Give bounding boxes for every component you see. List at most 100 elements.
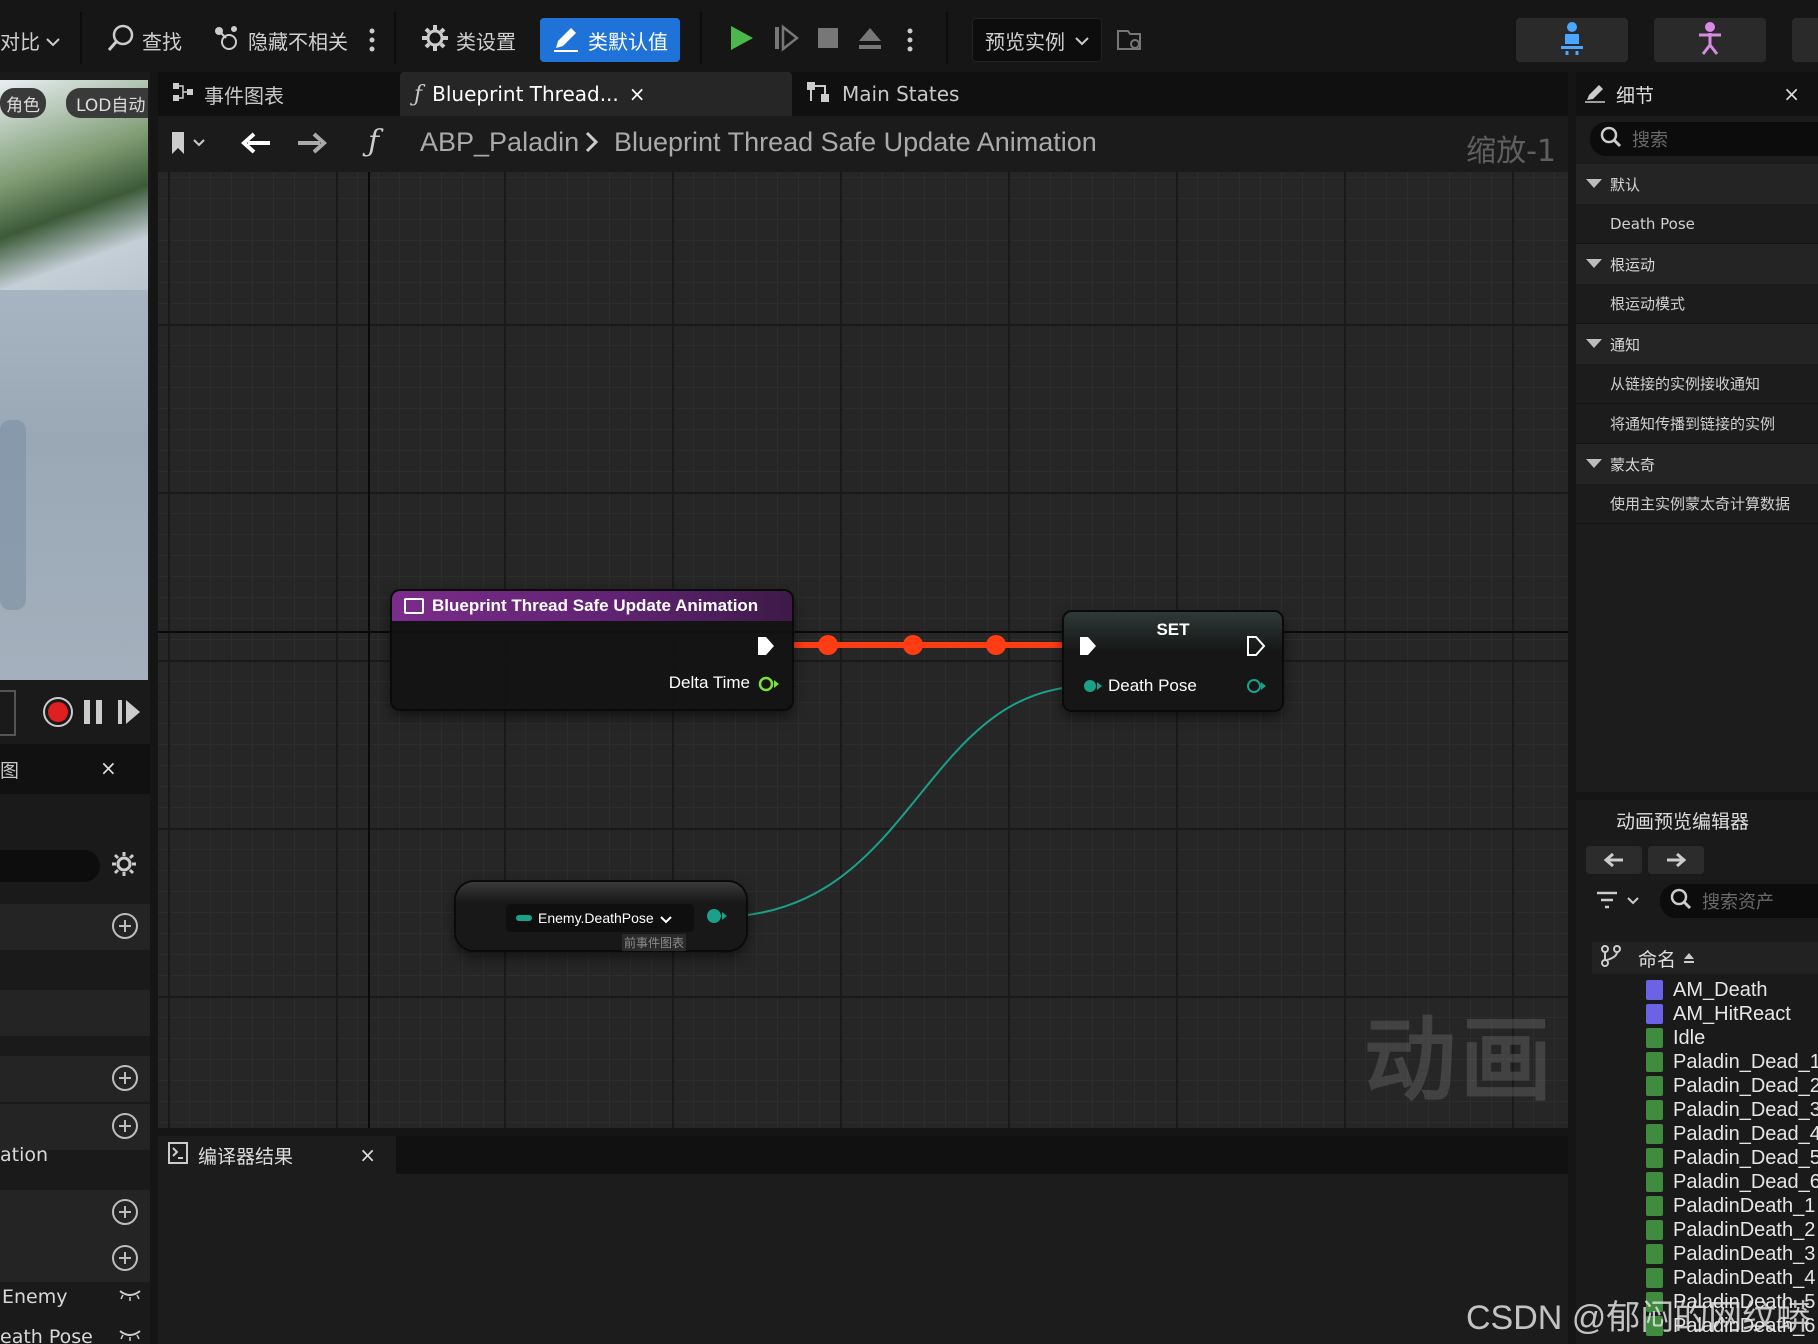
role-chip[interactable]: 角色 <box>0 88 46 118</box>
property-propagate-notifies[interactable]: 将通知传播到链接的实例 <box>1576 404 1818 444</box>
asset-list-item[interactable]: AM_HitReact <box>1646 1002 1791 1026</box>
pose-out-pin[interactable] <box>706 908 728 928</box>
history-forward-button[interactable] <box>1648 846 1704 874</box>
skeleton-mode-button[interactable] <box>1516 18 1628 62</box>
settings-gear-icon[interactable] <box>110 850 138 882</box>
forward-button[interactable] <box>296 130 328 160</box>
death-pose-out-pin[interactable] <box>1246 678 1268 698</box>
delta-time-pin[interactable] <box>758 675 780 697</box>
play-button[interactable] <box>720 18 764 62</box>
section-row[interactable] <box>0 990 150 1036</box>
asset-list-item[interactable]: AM_Death <box>1646 978 1768 1002</box>
function-item[interactable]: ation <box>0 1144 48 1166</box>
find-button[interactable]: 查找 <box>106 20 182 60</box>
asset-list-item[interactable]: Paladin_Dead_1 <box>1646 1050 1818 1074</box>
property-use-main-instance-montage[interactable]: 使用主实例蒙太奇计算数据 <box>1576 484 1818 524</box>
close-icon[interactable]: × <box>1783 82 1800 106</box>
asset-list-item[interactable]: Idle <box>1646 1026 1705 1050</box>
blueprint-mode-button[interactable] <box>1792 18 1818 62</box>
tab-compiler-results[interactable]: 编译器结果 × <box>158 1136 396 1174</box>
tab-event-graph[interactable]: 事件图表 <box>158 72 298 116</box>
pause-button[interactable] <box>82 698 104 730</box>
bookmark-dropdown[interactable] <box>168 130 208 160</box>
compare-dropdown[interactable]: 对比 <box>0 20 60 60</box>
add-icon[interactable] <box>112 913 138 939</box>
asset-name: PaladinDeath_1 <box>1673 1194 1816 1217</box>
variable-item-death-pose[interactable]: eath Pose <box>0 1326 93 1344</box>
chevron-down-icon <box>46 28 60 52</box>
asset-list-item[interactable]: Paladin_Dead_6 <box>1646 1170 1818 1194</box>
eject-button[interactable] <box>850 18 890 62</box>
functions-section[interactable] <box>0 1056 150 1102</box>
category-default[interactable]: 默认 <box>1576 164 1818 204</box>
variables-section[interactable] <box>0 1190 150 1236</box>
death-pose-in-pin[interactable] <box>1082 678 1104 698</box>
close-icon[interactable]: × <box>359 1143 376 1167</box>
lod-chip[interactable]: LOD自动 <box>66 88 148 118</box>
property-path-dropdown[interactable]: Enemy.DeathPose <box>506 904 694 932</box>
exec-out-pin[interactable] <box>1246 635 1268 661</box>
exec-in-pin[interactable] <box>1078 635 1100 661</box>
back-button[interactable] <box>240 130 272 160</box>
add-icon[interactable] <box>112 1065 138 1091</box>
property-access-node[interactable]: Enemy.DeathPose 前事件图表 <box>456 882 746 951</box>
close-icon[interactable]: × <box>100 756 117 780</box>
asset-list-item[interactable]: Paladin_Dead_5 <box>1646 1146 1818 1170</box>
eye-closed-icon[interactable] <box>118 1326 142 1344</box>
asset-list-item[interactable]: PaladinDeath_1 <box>1646 1194 1815 1218</box>
asset-list-item[interactable]: PaladinDeath_4 <box>1646 1266 1815 1290</box>
tab-main-states[interactable]: Main States <box>792 72 973 116</box>
asset-list-item[interactable]: PaladinDeath_3 <box>1646 1242 1815 1266</box>
entry-node[interactable]: Blueprint Thread Safe Update Animation D… <box>392 591 792 709</box>
property-root-motion-mode[interactable]: 根运动模式 <box>1576 284 1818 324</box>
category-notifies[interactable]: 通知 <box>1576 324 1818 364</box>
category-montage[interactable]: 蒙太奇 <box>1576 444 1818 484</box>
details-search-input[interactable]: 搜索 <box>1590 122 1818 156</box>
tab-anim-preview-editor[interactable]: 动画预览编辑器 <box>1576 800 1818 840</box>
close-icon[interactable]: × <box>629 82 646 106</box>
record-button[interactable] <box>42 696 74 732</box>
asset-search-input[interactable]: 搜索资产 <box>1660 884 1818 918</box>
graphs-section[interactable] <box>0 904 150 950</box>
set-node[interactable]: SET Death Pose <box>1064 612 1282 710</box>
asset-list-item[interactable]: Paladin_Dead_2 <box>1646 1074 1818 1098</box>
viewport-preview[interactable]: 角色 LOD自动 <box>0 80 148 680</box>
add-icon[interactable] <box>112 1245 138 1271</box>
asset-column-header[interactable]: 命名 <box>1592 942 1818 974</box>
tab-blueprint-thread[interactable]: ƒ Blueprint Thread... × <box>400 72 792 116</box>
breadcrumb-root[interactable]: ABP_Paladin <box>420 127 579 158</box>
character-icon <box>1695 21 1725 59</box>
stop-button[interactable] <box>808 18 848 62</box>
asset-search-placeholder: 搜索资产 <box>1702 892 1774 913</box>
asset-list-item[interactable]: Paladin_Dead_3 <box>1646 1098 1818 1122</box>
class-defaults-button[interactable]: 类默认值 <box>540 18 680 62</box>
timeline-field[interactable] <box>0 690 16 736</box>
play-options-icon[interactable] <box>906 20 914 60</box>
graph-canvas[interactable]: Blueprint Thread Safe Update Animation D… <box>158 116 1568 1128</box>
property-receive-notifies[interactable]: 从链接的实例接收通知 <box>1576 364 1818 404</box>
add-icon[interactable] <box>112 1113 138 1139</box>
debug-object-icon[interactable] <box>1112 18 1148 62</box>
more-options-icon[interactable] <box>368 20 376 60</box>
animation-mode-button[interactable] <box>1654 18 1766 62</box>
eye-closed-icon[interactable] <box>118 1286 142 1305</box>
add-icon[interactable] <box>112 1199 138 1225</box>
step-forward-button[interactable] <box>116 698 142 730</box>
class-settings-button[interactable]: 类设置 <box>420 20 516 60</box>
asset-list-item[interactable]: Paladin_Dead_4 <box>1646 1122 1818 1146</box>
blueprint-search-input[interactable] <box>0 850 100 882</box>
step-button[interactable] <box>766 18 806 62</box>
tab-details[interactable]: 细节 × <box>1576 72 1818 116</box>
my-blueprint-tab[interactable]: 图 × <box>0 744 150 794</box>
variable-item-enemy[interactable]: Enemy <box>2 1286 68 1308</box>
character-silhouette <box>0 420 26 610</box>
property-death-pose[interactable]: Death Pose <box>1576 204 1818 244</box>
filter-dropdown[interactable] <box>1596 890 1644 916</box>
history-back-button[interactable] <box>1586 846 1642 874</box>
event-dispatchers-section[interactable] <box>0 1236 150 1282</box>
asset-list-item[interactable]: PaladinDeath_2 <box>1646 1218 1815 1242</box>
hide-unrelated-button[interactable]: 隐藏不相关 <box>212 20 348 60</box>
category-root-motion[interactable]: 根运动 <box>1576 244 1818 284</box>
exec-out-pin[interactable] <box>756 635 776 661</box>
preview-instance-dropdown[interactable]: 预览实例 <box>972 18 1102 62</box>
